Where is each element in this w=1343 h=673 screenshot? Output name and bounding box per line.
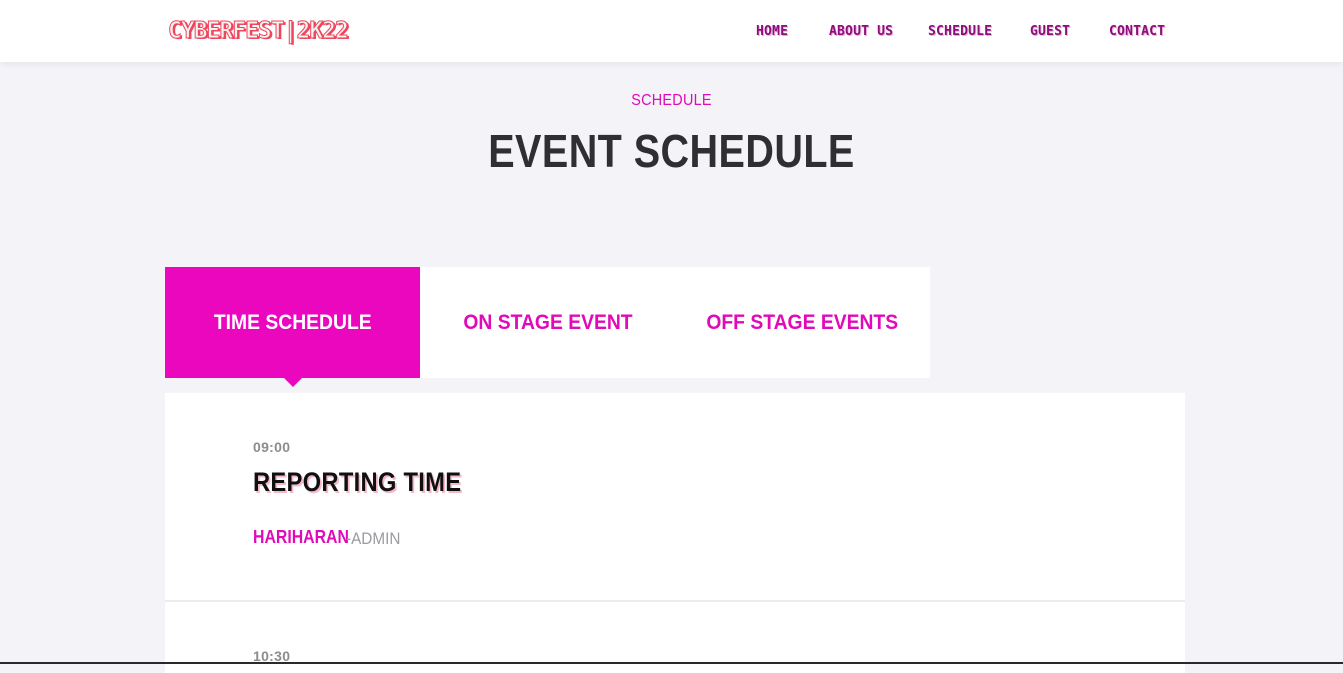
nav-about-us[interactable]: ABOUT US [829,24,893,39]
schedule-tabs: TIME SCHEDULE ON STAGE EVENT OFF STAGE E… [165,267,930,387]
schedule-item: 10:30 [165,602,1185,664]
active-tab-caret [284,378,302,387]
tab-off-stage-events-label: OFF STAGE EVENTS [706,310,899,334]
nav-contact[interactable]: CONTACT [1109,24,1165,39]
tab-time-schedule-label: TIME SCHEDULE [213,310,372,334]
tab-on-stage-event-label: ON STAGE EVENT [462,310,633,334]
schedule-panel: 09:00 REPORTING TIME HARIHARAN -ADMIN 10… [165,393,1185,673]
nav-guest[interactable]: GUEST [1030,24,1070,39]
tab-time-schedule[interactable]: TIME SCHEDULE [165,267,420,387]
nav-home[interactable]: HOME [756,24,788,39]
nav-schedule[interactable]: SCHEDULE [928,24,992,39]
schedule-speaker[interactable]: HARIHARAN [253,527,349,548]
section-eyebrow: SCHEDULE [631,92,712,109]
schedule-speaker-role: -ADMIN [346,529,401,548]
tab-on-stage-event[interactable]: ON STAGE EVENT [420,267,675,378]
tab-off-stage-events[interactable]: OFF STAGE EVENTS [675,267,930,378]
top-navbar: CYBERFEST|2K22 HOME ABOUT US SCHEDULE GU… [0,0,1343,62]
schedule-event-title: REPORTING TIME [253,467,462,497]
main-nav: HOME ABOUT US SCHEDULE GUEST CONTACT [0,24,1343,44]
schedule-item: 09:00 REPORTING TIME HARIHARAN -ADMIN [165,393,1185,602]
schedule-time: 09:00 [253,439,291,455]
page-title: EVENT SCHEDULE [488,125,855,177]
